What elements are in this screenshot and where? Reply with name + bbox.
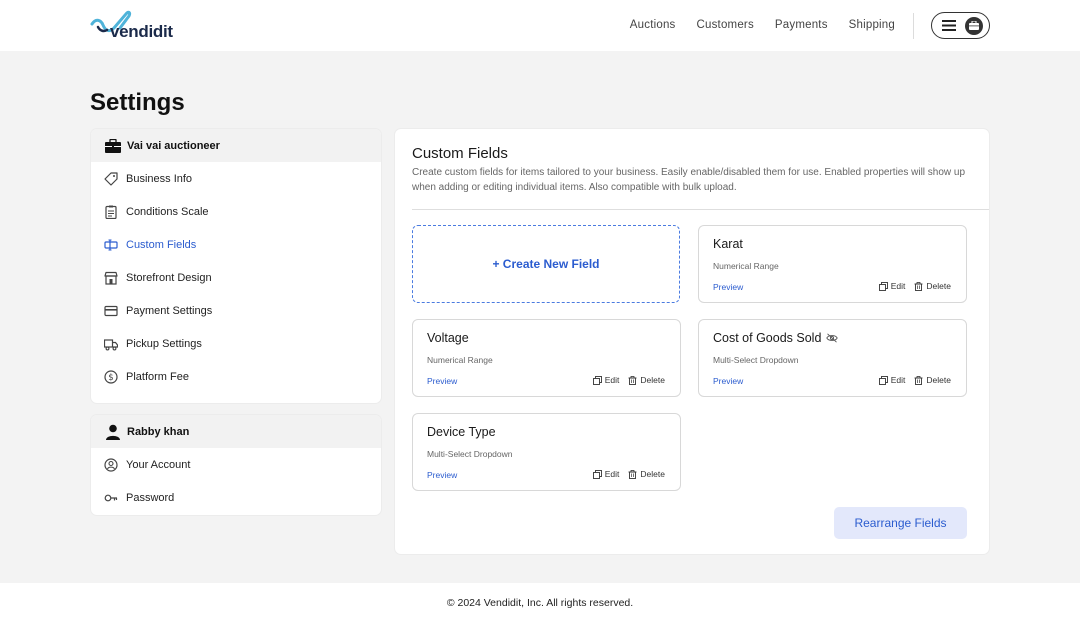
card-icon	[104, 305, 118, 316]
create-new-field-button[interactable]: + Create New Field	[412, 225, 680, 303]
divider	[412, 209, 989, 210]
sidebar-item-label: Conditions Scale	[126, 205, 209, 218]
field-actions: Edit Delete	[878, 281, 951, 291]
tag-icon	[104, 171, 118, 186]
field-card-voltage: Voltage Numerical Range Preview Edit Del…	[412, 319, 681, 397]
sidebar-item-label: Custom Fields	[126, 238, 197, 251]
user-header: Rabby khan	[91, 415, 381, 448]
section-title: Custom Fields	[412, 145, 508, 162]
nav-auctions[interactable]: Auctions	[630, 19, 676, 31]
sidebar-item-label: Storefront Design	[126, 271, 212, 284]
nav-shipping[interactable]: Shipping	[849, 19, 895, 31]
field-type: Numerical Range	[713, 261, 779, 271]
hidden-eye-icon[interactable]	[826, 333, 839, 343]
sidebar-item-password[interactable]: Password	[91, 481, 381, 514]
trash-icon	[914, 375, 923, 385]
edit-button[interactable]: Edit	[878, 281, 905, 291]
delete-button[interactable]: Delete	[914, 375, 951, 385]
copy-edit-icon	[878, 375, 888, 385]
sidebar-item-pickup-settings[interactable]: Pickup Settings	[91, 327, 381, 360]
copy-edit-icon	[878, 281, 888, 291]
rearrange-fields-button[interactable]: Rearrange Fields	[834, 507, 967, 539]
edit-button[interactable]: Edit	[592, 375, 619, 385]
edit-button[interactable]: Edit	[592, 469, 619, 479]
preview-link[interactable]: Preview	[713, 282, 743, 292]
brand-name: vendidit	[110, 22, 173, 41]
field-type: Numerical Range	[427, 355, 493, 365]
sidebar-item-platform-fee[interactable]: $ Platform Fee	[91, 360, 381, 393]
copyright-text: © 2024 Vendidit, Inc. All rights reserve…	[446, 596, 634, 609]
preview-link[interactable]: Preview	[427, 376, 457, 386]
user-circle-icon	[104, 457, 118, 472]
copy-edit-icon	[592, 375, 602, 385]
sidebar-item-your-account[interactable]: Your Account	[91, 448, 381, 481]
field-card-cost-of-goods-sold: Cost of Goods Sold Multi-Select Dropdown…	[698, 319, 967, 397]
sidebar-item-label: Your Account	[126, 458, 191, 471]
field-name: Karat	[713, 237, 743, 251]
dollar-icon: $	[104, 369, 118, 384]
hamburger-icon	[942, 20, 956, 31]
top-bar: vendidit Auctions Customers Payments Shi…	[0, 0, 1080, 51]
nav-payments[interactable]: Payments	[775, 19, 828, 31]
delete-button[interactable]: Delete	[628, 375, 665, 385]
top-nav: Auctions Customers Payments Shipping	[630, 19, 895, 31]
trash-icon	[914, 281, 923, 291]
sidebar-item-payment-settings[interactable]: Payment Settings	[91, 294, 381, 327]
business-avatar-icon	[965, 16, 983, 35]
clipboard-icon	[105, 205, 117, 219]
copy-edit-icon	[592, 469, 602, 479]
nav-divider	[913, 13, 914, 39]
sidebar-item-business-info[interactable]: Business Info	[91, 162, 381, 195]
delete-button[interactable]: Delete	[914, 281, 951, 291]
svg-text:$: $	[108, 373, 113, 383]
field-type: Multi-Select Dropdown	[713, 355, 799, 365]
field-card-karat: Karat Numerical Range Preview Edit Delet…	[698, 225, 967, 303]
field-name: Device Type	[427, 425, 496, 439]
key-icon	[104, 494, 118, 501]
delete-button[interactable]: Delete	[628, 469, 665, 479]
sidebar-item-label: Payment Settings	[126, 304, 213, 317]
sidebar-item-label: Pickup Settings	[126, 337, 202, 350]
page-title: Settings	[90, 89, 185, 116]
sidebar-item-custom-fields[interactable]: Custom Fields	[91, 228, 381, 261]
briefcase-icon	[105, 138, 121, 153]
truck-icon	[104, 338, 118, 350]
trash-icon	[628, 375, 637, 385]
nav-customers[interactable]: Customers	[697, 19, 754, 31]
edit-button[interactable]: Edit	[878, 375, 905, 385]
field-name: Voltage	[427, 331, 469, 345]
field-card-device-type: Device Type Multi-Select Dropdown Previe…	[412, 413, 681, 491]
sidebar-item-conditions-scale[interactable]: Conditions Scale	[91, 195, 381, 228]
sidebar-item-label: Business Info	[126, 172, 193, 185]
preview-link[interactable]: Preview	[427, 470, 457, 480]
user-settings-menu: Rabby khan Your Account Password	[91, 415, 381, 515]
field-type: Multi-Select Dropdown	[427, 449, 513, 459]
section-description: Create custom fields for items tailored …	[412, 167, 966, 193]
user-icon	[106, 424, 120, 440]
trash-icon	[628, 469, 637, 479]
field-actions: Edit Delete	[592, 375, 665, 385]
account-menu-button[interactable]	[931, 12, 990, 39]
business-name: Vai vai auctioneer	[127, 139, 220, 152]
field-actions: Edit Delete	[878, 375, 951, 385]
sidebar-item-storefront-design[interactable]: Storefront Design	[91, 261, 381, 294]
field-actions: Edit Delete	[592, 469, 665, 479]
sidebar-item-label: Platform Fee	[126, 370, 189, 383]
preview-link[interactable]: Preview	[713, 376, 743, 386]
sidebar-item-label: Password	[126, 491, 175, 504]
fields-icon	[104, 239, 118, 250]
user-name: Rabby khan	[127, 425, 190, 438]
business-settings-menu: Vai vai auctioneer Business Info Conditi…	[91, 129, 381, 403]
store-icon	[104, 271, 118, 285]
footer: © 2024 Vendidit, Inc. All rights reserve…	[0, 583, 1080, 622]
field-name: Cost of Goods Sold	[713, 331, 839, 345]
business-header: Vai vai auctioneer	[91, 129, 381, 162]
